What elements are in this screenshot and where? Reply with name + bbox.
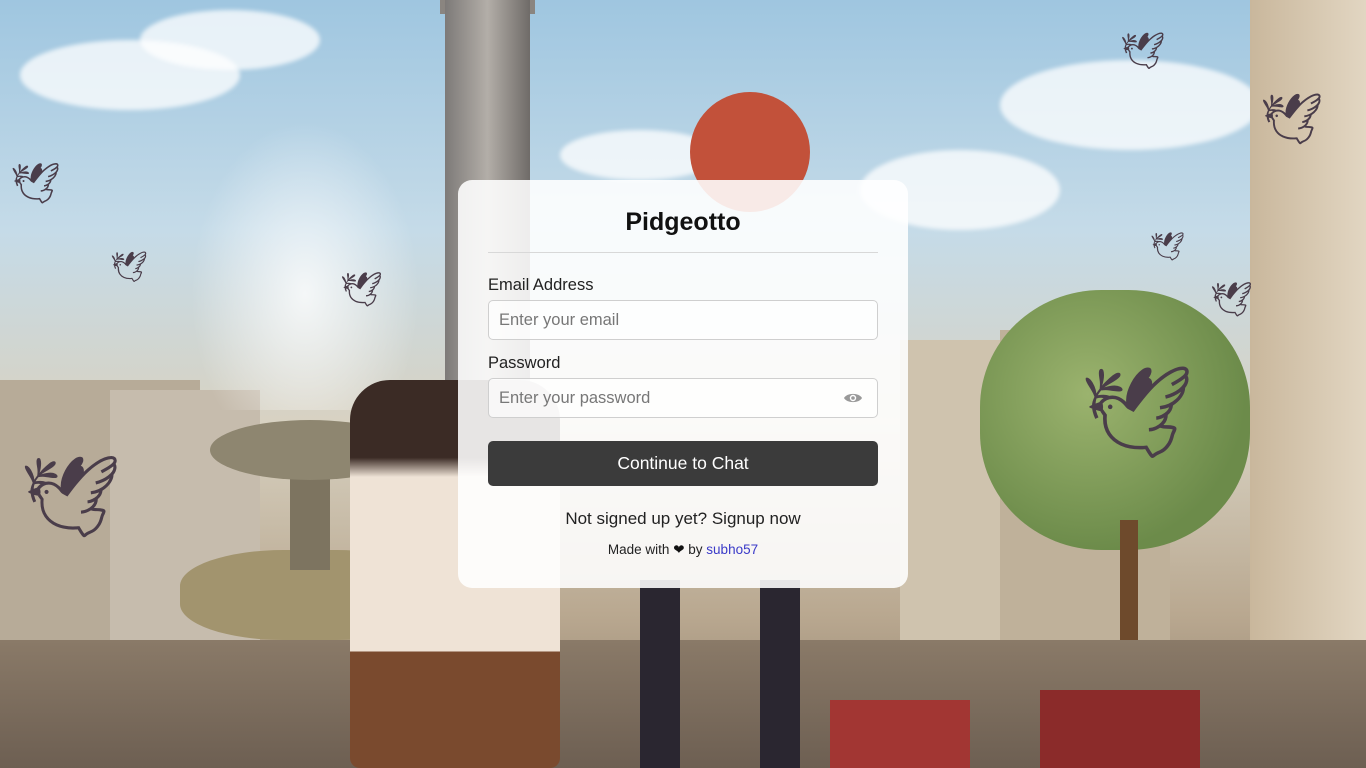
author-link[interactable]: subho57 — [706, 542, 758, 557]
signup-link[interactable]: Signup now — [712, 509, 801, 528]
email-label: Email Address — [488, 276, 594, 294]
heart-icon: ❤ — [673, 542, 685, 557]
made-with-text: Made with — [607, 542, 670, 557]
email-field[interactable] — [489, 301, 877, 339]
password-field[interactable] — [489, 379, 877, 417]
login-card: Pidgeotto Email Address Password Continu… — [458, 180, 908, 588]
eye-icon[interactable] — [843, 391, 863, 405]
email-field-container — [488, 300, 878, 340]
continue-to-chat-button[interactable]: Continue to Chat — [488, 441, 878, 486]
signup-prompt-text: Not signed up yet? — [565, 509, 708, 528]
app-title: Pidgeotto — [488, 180, 878, 253]
password-label: Password — [488, 354, 561, 372]
signup-prompt: Not signed up yet? Signup now — [488, 509, 878, 529]
made-with-footer: Made with ❤ by subho57 — [488, 542, 878, 558]
by-text: by — [688, 542, 703, 557]
password-field-container — [488, 378, 878, 418]
